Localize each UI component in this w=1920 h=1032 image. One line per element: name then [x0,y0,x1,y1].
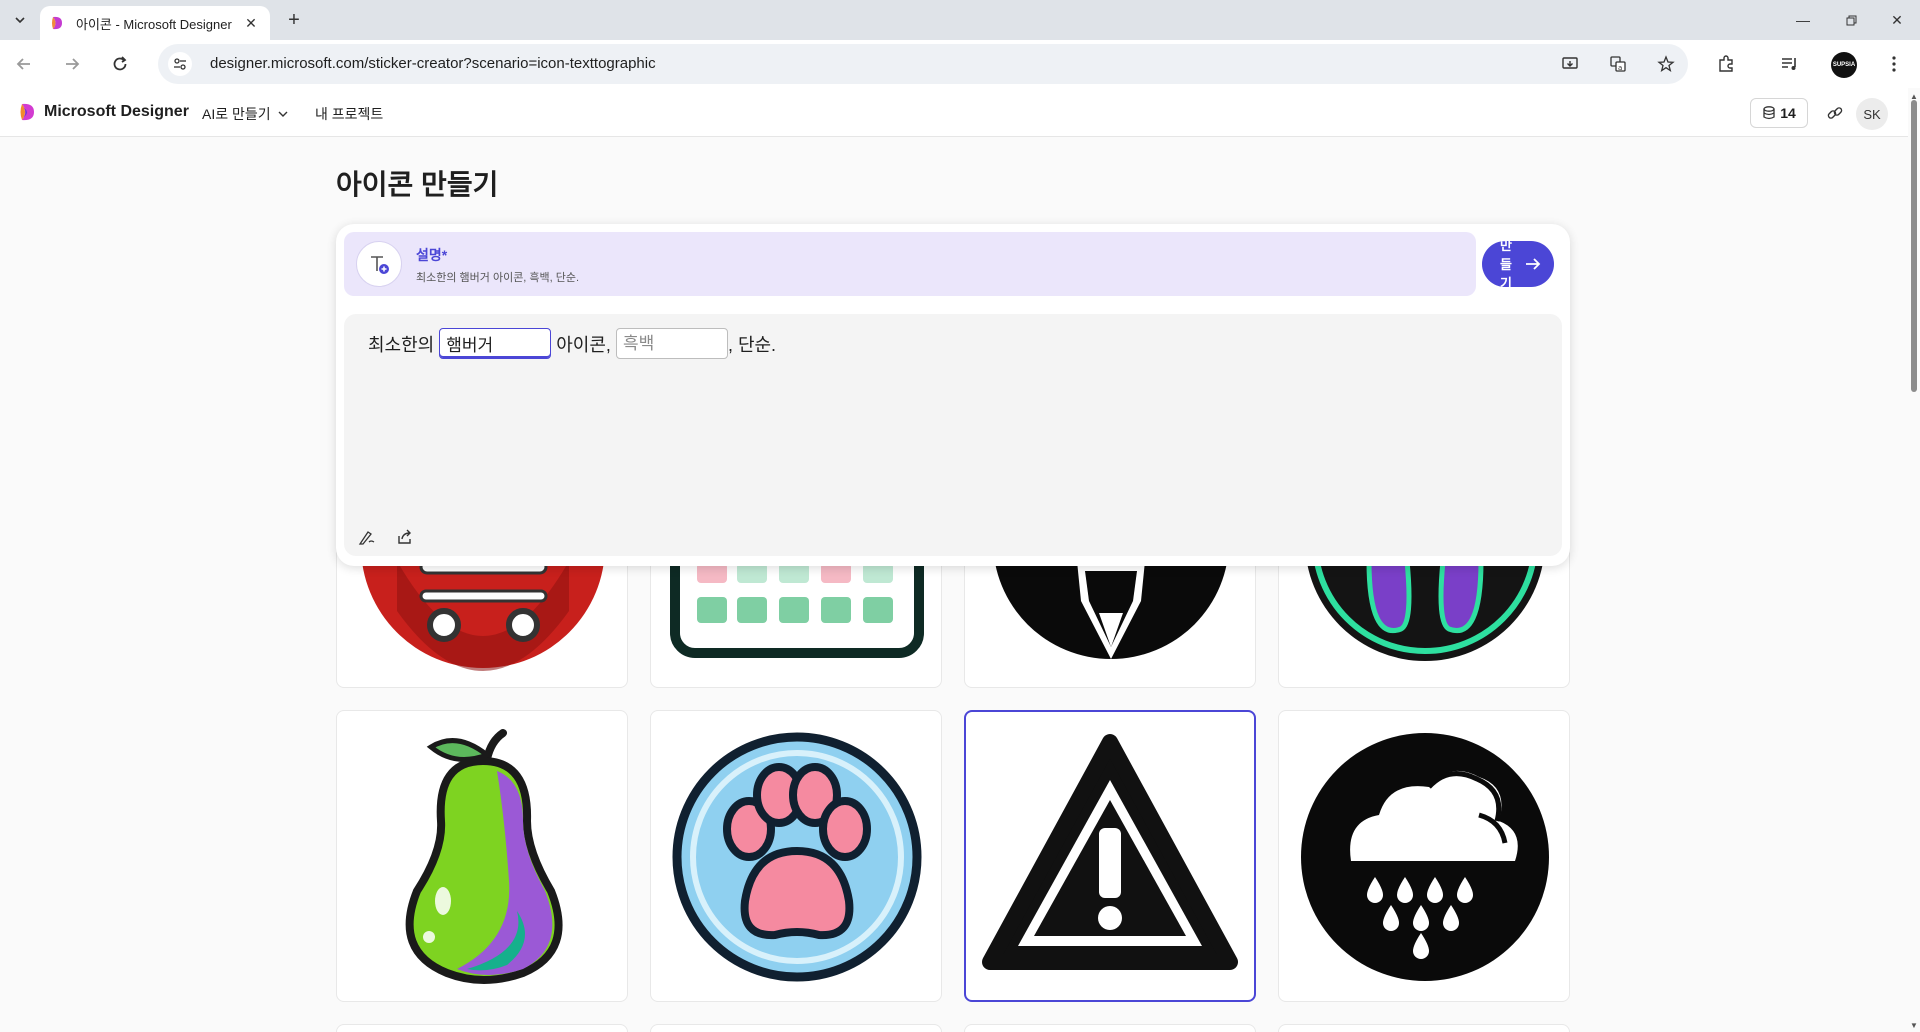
share-button[interactable] [1822,100,1848,126]
designer-logo-icon [20,103,34,121]
minimize-button[interactable]: — [1780,0,1826,40]
share-prompt-button[interactable] [394,526,416,548]
brand-name[interactable]: Microsoft Designer [44,103,189,121]
tab-close-icon[interactable]: ✕ [242,14,260,32]
tab-search-button[interactable] [8,8,32,32]
page-scrollbar[interactable]: ▲ ▼ [1908,88,1920,1032]
description-label: 설명* [416,247,448,263]
forward-button[interactable] [60,52,84,76]
tab-title: 아이콘 - Microsoft Designer [76,16,232,32]
arrow-right-icon [1526,258,1541,270]
designer-header: Microsoft Designer AI로 만들기 내 프로젝트 14 SK [0,88,1908,137]
restore-icon [1846,15,1856,25]
page-title: 아이콘 만들기 [336,169,499,200]
sentence-middle: 아이콘, [556,334,611,355]
media-controls-icon[interactable] [1778,52,1802,76]
restore-button[interactable] [1828,0,1874,40]
subject-input[interactable] [439,328,552,359]
rewrite-button[interactable] [356,526,378,548]
sentence-suffix: , 단순. [727,334,777,355]
browser-menu-icon[interactable] [1882,52,1906,76]
prompt-sentence: 최소한의 아이콘, , 단순. [368,328,776,359]
browser-tab-active[interactable]: 아이콘 - Microsoft Designer ✕ [40,6,270,40]
address-bar[interactable]: designer.microsoft.com/sticker-creator?s… [158,44,1688,84]
share-icon [398,529,411,544]
gallery-card-row3-1[interactable] [336,1024,628,1032]
translate-icon[interactable]: a [1608,54,1628,74]
gallery-card-rain-cloud[interactable] [1278,710,1570,1002]
gallery-card-paw[interactable] [650,710,942,1002]
url-text[interactable]: designer.microsoft.com/sticker-creator?s… [210,55,656,72]
chevron-down-icon [278,111,288,117]
scroll-thumb[interactable] [1911,100,1917,392]
browser-tabstrip: 아이콘 - Microsoft Designer ✕ + — ✕ [0,0,1920,40]
back-button[interactable] [12,52,36,76]
bookmark-star-icon[interactable] [1656,54,1676,74]
gallery-card-row3-3[interactable] [964,1024,1256,1032]
extensions-icon[interactable] [1714,52,1738,76]
credits-count: 14 [1780,105,1796,121]
chevron-down-icon [15,17,25,24]
tune-icon [174,58,186,70]
designer-favicon-icon [52,16,62,30]
magic-pen-icon [358,531,375,545]
profile-avatar[interactable]: SUPSIA [1831,52,1857,78]
arrow-right-icon [66,58,80,70]
scroll-down-arrow-icon[interactable]: ▼ [1910,1021,1918,1030]
nav-ai-create-label: AI로 만들기 [202,106,271,122]
user-avatar[interactable]: SK [1856,98,1888,130]
pear-icon [405,729,563,984]
svg-text:a: a [1618,64,1622,72]
close-window-button[interactable]: ✕ [1874,0,1920,40]
reload-icon [113,56,127,71]
link-icon [1827,107,1843,119]
gallery-card-row3-2[interactable] [650,1024,942,1032]
install-app-icon[interactable] [1560,54,1580,74]
create-button[interactable]: 만들기 [1482,241,1554,287]
gallery-card-pear[interactable] [336,710,628,1002]
new-tab-button[interactable]: + [282,8,306,32]
rain-cloud-icon [1301,733,1549,981]
paw-icon [672,732,922,982]
site-info-button[interactable] [168,52,192,76]
prompt-editor[interactable]: 최소한의 아이콘, , 단순. [344,314,1562,556]
nav-ai-create[interactable]: AI로 만들기 [202,104,289,124]
arrow-left-icon [16,58,30,70]
warning-icon [982,734,1238,970]
gallery-card-warning[interactable] [964,710,1256,1002]
nav-my-projects[interactable]: 내 프로젝트 [315,104,383,124]
text-add-icon [356,241,402,287]
create-button-label: 만들기 [1500,241,1512,287]
style-input[interactable] [615,328,728,359]
description-summary: 최소한의 햄버거 아이콘, 흑백, 단순. [416,272,580,284]
browser-toolbar: designer.microsoft.com/sticker-creator?s… [0,40,1920,88]
sentence-prefix: 최소한의 [368,334,435,355]
prompt-panel: 설명* 최소한의 햄버거 아이콘, 흑백, 단순. 만들기 최소한의 아이콘, … [336,224,1570,566]
coins-icon [1763,106,1775,120]
reload-button[interactable] [108,52,132,76]
credits-badge[interactable]: 14 [1750,98,1808,128]
gallery-card-row3-4[interactable] [1278,1024,1570,1032]
description-bar[interactable]: 설명* 최소한의 햄버거 아이콘, 흑백, 단순. [344,232,1476,296]
